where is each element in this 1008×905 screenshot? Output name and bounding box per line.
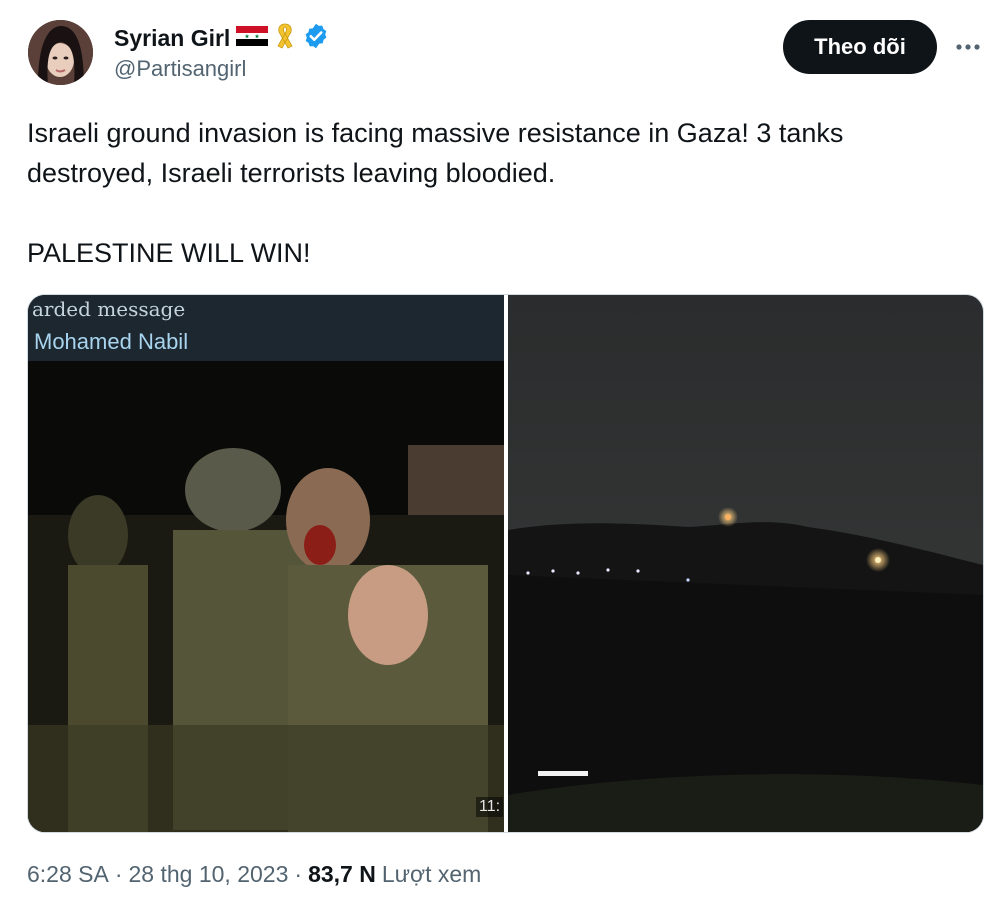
- forwarded-message-header: arded message Mohamed Nabil: [28, 295, 504, 361]
- media-photo-soldiers[interactable]: arded message Mohamed Nabil 11:: [28, 295, 504, 832]
- more-icon[interactable]: [950, 32, 986, 62]
- video-duration-badge: 11:: [476, 797, 504, 817]
- tweet-meta: 6:28 SA · 28 thg 10, 2023 · 83,7 N Lượt …: [27, 861, 481, 888]
- night-hill-photo-image: [508, 295, 983, 832]
- soldiers-photo-image: [28, 295, 504, 832]
- avatar-image: [28, 20, 93, 85]
- tweet-media[interactable]: arded message Mohamed Nabil 11:: [27, 294, 984, 833]
- forwarded-sender-name: Mohamed Nabil: [34, 329, 189, 354]
- tweet-time[interactable]: 6:28 SA: [27, 861, 109, 888]
- verified-badge-icon[interactable]: [302, 22, 330, 55]
- author-handle[interactable]: @Partisangirl: [114, 56, 246, 82]
- tweet-text: Israeli ground invasion is facing massiv…: [27, 118, 844, 268]
- author-name-row[interactable]: Syrian Girl: [114, 22, 330, 55]
- yellow-ribbon-icon: [274, 22, 296, 55]
- tweet-date[interactable]: 28 thg 10, 2023: [129, 861, 289, 888]
- syria-flag-icon: [236, 26, 269, 51]
- media-photo-night-hill[interactable]: [508, 295, 983, 832]
- views-label: Lượt xem: [381, 861, 482, 887]
- follow-button[interactable]: Theo dõi: [783, 20, 937, 74]
- author-display-name[interactable]: Syrian Girl: [114, 25, 230, 52]
- meta-separator: ·: [114, 861, 123, 887]
- views-count: 83,7 N: [308, 861, 376, 887]
- avatar[interactable]: [28, 20, 93, 85]
- meta-separator: ·: [294, 861, 303, 887]
- forwarded-message-label: arded message: [32, 297, 186, 321]
